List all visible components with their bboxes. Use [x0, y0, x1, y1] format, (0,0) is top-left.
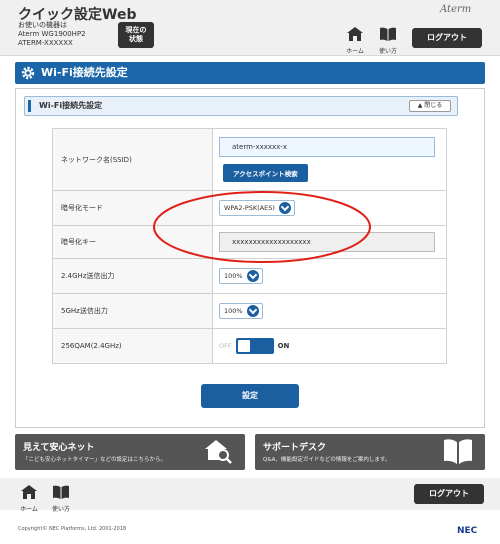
encryption-key-label: 暗号化キー: [52, 225, 213, 259]
table-row: 5GHz送信出力 100%: [52, 293, 447, 329]
help-label: 使い方: [378, 48, 397, 55]
collapse-label: 閉じる: [424, 102, 443, 109]
table-row: 256QAM(2.4GHz) OFF ON: [52, 328, 447, 364]
tx-power-5-select[interactable]: 100%: [219, 303, 263, 319]
footer-help-label: 使い方: [51, 506, 70, 513]
home-icon: [347, 27, 363, 41]
book-icon: [53, 485, 69, 499]
encryption-key-input[interactable]: xxxxxxxxxxxxxxxxxxx: [219, 232, 435, 252]
subsection-marker: [28, 100, 31, 112]
subsection-header: Wi-Fi接続先設定 ▲ 閉じる: [24, 96, 458, 116]
device-info-line: お使いの機器は: [18, 21, 67, 29]
safe-net-subtitle: 「こども安心ネットタイマー」などの設定はこちらから。: [23, 457, 167, 463]
support-desk-subtitle: Q&A、機能設定ガイドなどの情報をご案内します。: [263, 457, 391, 463]
settings-table: ネットワーク名(SSID) aterm-xxxxxx-x アクセスポイント検索 …: [52, 128, 447, 364]
qam-on-label: ON: [277, 342, 290, 350]
footer-help-link[interactable]: 使い方: [48, 484, 74, 513]
tx-power-24-value: 100%: [224, 272, 243, 280]
tx-power-5-label: 5GHz送信出力: [52, 293, 213, 329]
chevron-down-icon: [278, 202, 291, 214]
table-row: 2.4GHz送信出力 100%: [52, 258, 447, 294]
encryption-mode-label: 暗号化モード: [52, 190, 213, 226]
home-label: ホーム: [346, 48, 364, 55]
apply-button[interactable]: 設定: [201, 384, 299, 408]
current-status-button[interactable]: 現在の 状態: [118, 22, 154, 48]
encryption-mode-value: WPA2-PSK(AES): [224, 204, 275, 212]
logout-button[interactable]: ログアウト: [412, 28, 482, 48]
safe-net-banner[interactable]: 見えて安心ネット 「こども安心ネットタイマー」などの設定はこちらから。: [15, 434, 245, 470]
device-model: Aterm WG1900HP2: [18, 30, 86, 38]
qam-toggle-track[interactable]: [235, 338, 274, 354]
footer-home-link[interactable]: ホーム: [16, 484, 42, 513]
home-icon: [21, 485, 37, 499]
current-status-label: 現在の 状態: [125, 26, 147, 43]
qam-label: 256QAM(2.4GHz): [52, 328, 213, 364]
collapse-button[interactable]: ▲ 閉じる: [409, 100, 451, 112]
house-search-icon: [205, 440, 232, 464]
qam-off-label: OFF: [219, 342, 232, 350]
tx-power-24-select[interactable]: 100%: [219, 268, 263, 284]
support-desk-title: サポートデスク: [263, 443, 327, 453]
chevron-up-icon: ▲: [417, 102, 423, 109]
access-point-search-button[interactable]: アクセスポイント検索: [223, 164, 308, 182]
chevron-down-icon: [246, 305, 259, 317]
tx-power-5-value: 100%: [224, 307, 243, 315]
table-row: 暗号化キー xxxxxxxxxxxxxxxxxxx: [52, 225, 447, 259]
section-title: Wi-Fi接続先設定: [41, 66, 128, 79]
chevron-down-icon: [246, 270, 259, 282]
encryption-mode-select[interactable]: WPA2-PSK(AES): [219, 200, 295, 216]
footer-home-label: ホーム: [20, 506, 38, 513]
device-info: お使いの機器は Aterm WG1900HP2 ATERM-XXXXXX: [18, 21, 86, 48]
device-ssid: ATERM-XXXXXX: [18, 39, 73, 47]
table-row: 暗号化モード WPA2-PSK(AES): [52, 190, 447, 226]
footer-bar: ホーム 使い方 ログアウト: [0, 478, 500, 513]
section-title-bar: Wi-Fi接続先設定: [15, 62, 485, 84]
support-desk-banner[interactable]: サポートデスク Q&A、機能設定ガイドなどの情報をご案内します。: [255, 434, 485, 470]
qam-toggle-knob[interactable]: [237, 340, 250, 352]
help-link[interactable]: 使い方: [375, 26, 401, 55]
footer-logout-button[interactable]: ログアウト: [414, 484, 484, 504]
safe-net-title: 見えて安心ネット: [23, 443, 95, 453]
subsection-title: Wi-Fi接続先設定: [39, 101, 103, 110]
nec-logo: NEC: [457, 526, 478, 536]
aterm-logo: Aterm: [440, 4, 472, 15]
top-header: クイック設定Web お使いの機器は Aterm WG1900HP2 ATERM-…: [0, 0, 500, 56]
tx-power-24-label: 2.4GHz送信出力: [52, 258, 213, 294]
copyright: Copyright© NEC Platforms, Ltd. 2001-2018: [18, 526, 127, 532]
book-icon: [444, 439, 472, 464]
ssid-input[interactable]: aterm-xxxxxx-x: [219, 137, 435, 157]
table-row: ネットワーク名(SSID) aterm-xxxxxx-x アクセスポイント検索: [52, 128, 447, 191]
gear-icon: [21, 66, 35, 80]
book-icon: [380, 27, 396, 41]
home-link[interactable]: ホーム: [342, 26, 368, 55]
qam-toggle[interactable]: OFF ON: [219, 338, 289, 354]
ssid-label: ネットワーク名(SSID): [52, 128, 213, 191]
